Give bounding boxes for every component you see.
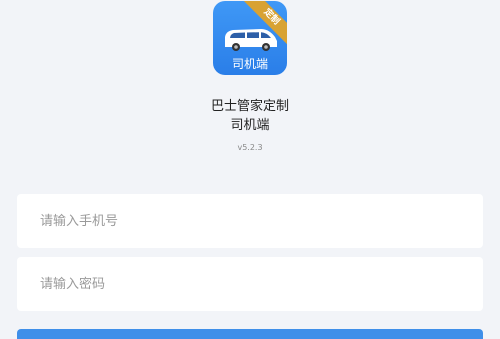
- logo-caption: 司机端: [231, 57, 268, 71]
- password-field[interactable]: [17, 257, 483, 311]
- login-button[interactable]: [17, 329, 483, 339]
- app-subtitle: 司机端: [230, 118, 270, 133]
- phone-input[interactable]: [38, 212, 483, 230]
- app-name: 巴士管家定制: [210, 99, 289, 114]
- phone-field[interactable]: [17, 194, 483, 248]
- van-icon: [225, 29, 277, 51]
- app-logo: 定制 司机端: [213, 1, 287, 75]
- app-version: v5.2.3: [237, 143, 263, 152]
- password-input[interactable]: [38, 275, 483, 293]
